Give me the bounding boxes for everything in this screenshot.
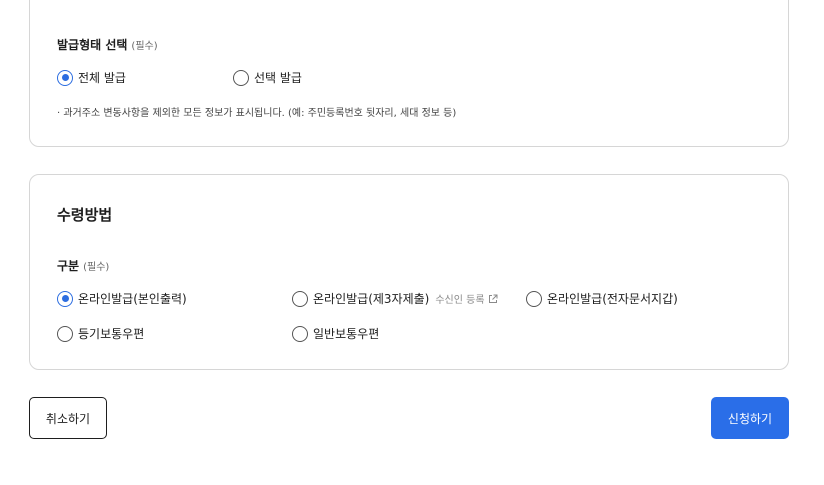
receipt-type-label: 구분 (57, 259, 80, 273)
radio-label: 온라인발급(제3자제출) (313, 292, 430, 306)
receipt-label-row: 구분 (필수) (57, 257, 109, 274)
radio-circle[interactable] (526, 290, 542, 307)
radio-partial-issue[interactable]: 선택 발급 (233, 69, 302, 86)
section-title: 수령방법 (57, 206, 113, 224)
recipient-register-label: 수신인 등록 (435, 295, 485, 306)
radio-regular-mail[interactable]: 일반보통우편 (292, 325, 379, 342)
radio-label: 일반보통우편 (313, 327, 380, 341)
required-indicator: (필수) (131, 41, 158, 52)
issue-type-note: · 과거주소 변동사항을 제외한 모든 정보가 표시됩니다. (예: 주민등록번… (57, 108, 457, 119)
required-indicator: (필수) (83, 262, 110, 273)
issue-type-label-row: 발급형태 선택 (필수) (57, 36, 158, 53)
radio-circle[interactable] (292, 290, 308, 307)
radio-circle[interactable] (292, 325, 308, 342)
radio-circle[interactable] (233, 69, 249, 86)
external-link-icon (488, 294, 498, 303)
radio-label: 온라인발급(전자문서지갑) (547, 292, 678, 306)
radio-circle[interactable] (57, 325, 73, 342)
radio-label: 등기보통우편 (78, 327, 145, 341)
radio-label: 전체 발급 (78, 71, 126, 85)
radio-circle-checked[interactable] (57, 290, 73, 307)
radio-circle-checked[interactable] (57, 69, 73, 86)
apply-button[interactable]: 신청하기 (711, 397, 789, 439)
issue-type-label: 발급형태 선택 (57, 38, 128, 52)
radio-online-self-print[interactable]: 온라인발급(본인출력) (57, 290, 187, 307)
radio-label: 온라인발급(본인출력) (78, 292, 187, 306)
cancel-button[interactable]: 취소하기 (29, 397, 107, 439)
radio-online-e-wallet[interactable]: 온라인발급(전자문서지갑) (526, 290, 678, 307)
radio-full-issue[interactable]: 전체 발급 (57, 69, 126, 86)
issue-type-section: 발급형태 선택 (필수) 전체 발급 선택 발급 · 과거주소 변동사항을 제외… (29, 0, 789, 147)
receipt-method-section: 수령방법 구분 (필수) 온라인발급(본인출력) 온라인발급(제3자제출) 수신… (29, 174, 789, 370)
radio-online-third-party[interactable]: 온라인발급(제3자제출) 수신인 등록 (292, 290, 498, 307)
recipient-register-link[interactable]: 수신인 등록 (435, 291, 498, 306)
radio-registered-mail[interactable]: 등기보통우편 (57, 325, 144, 342)
radio-label: 선택 발급 (254, 71, 302, 85)
